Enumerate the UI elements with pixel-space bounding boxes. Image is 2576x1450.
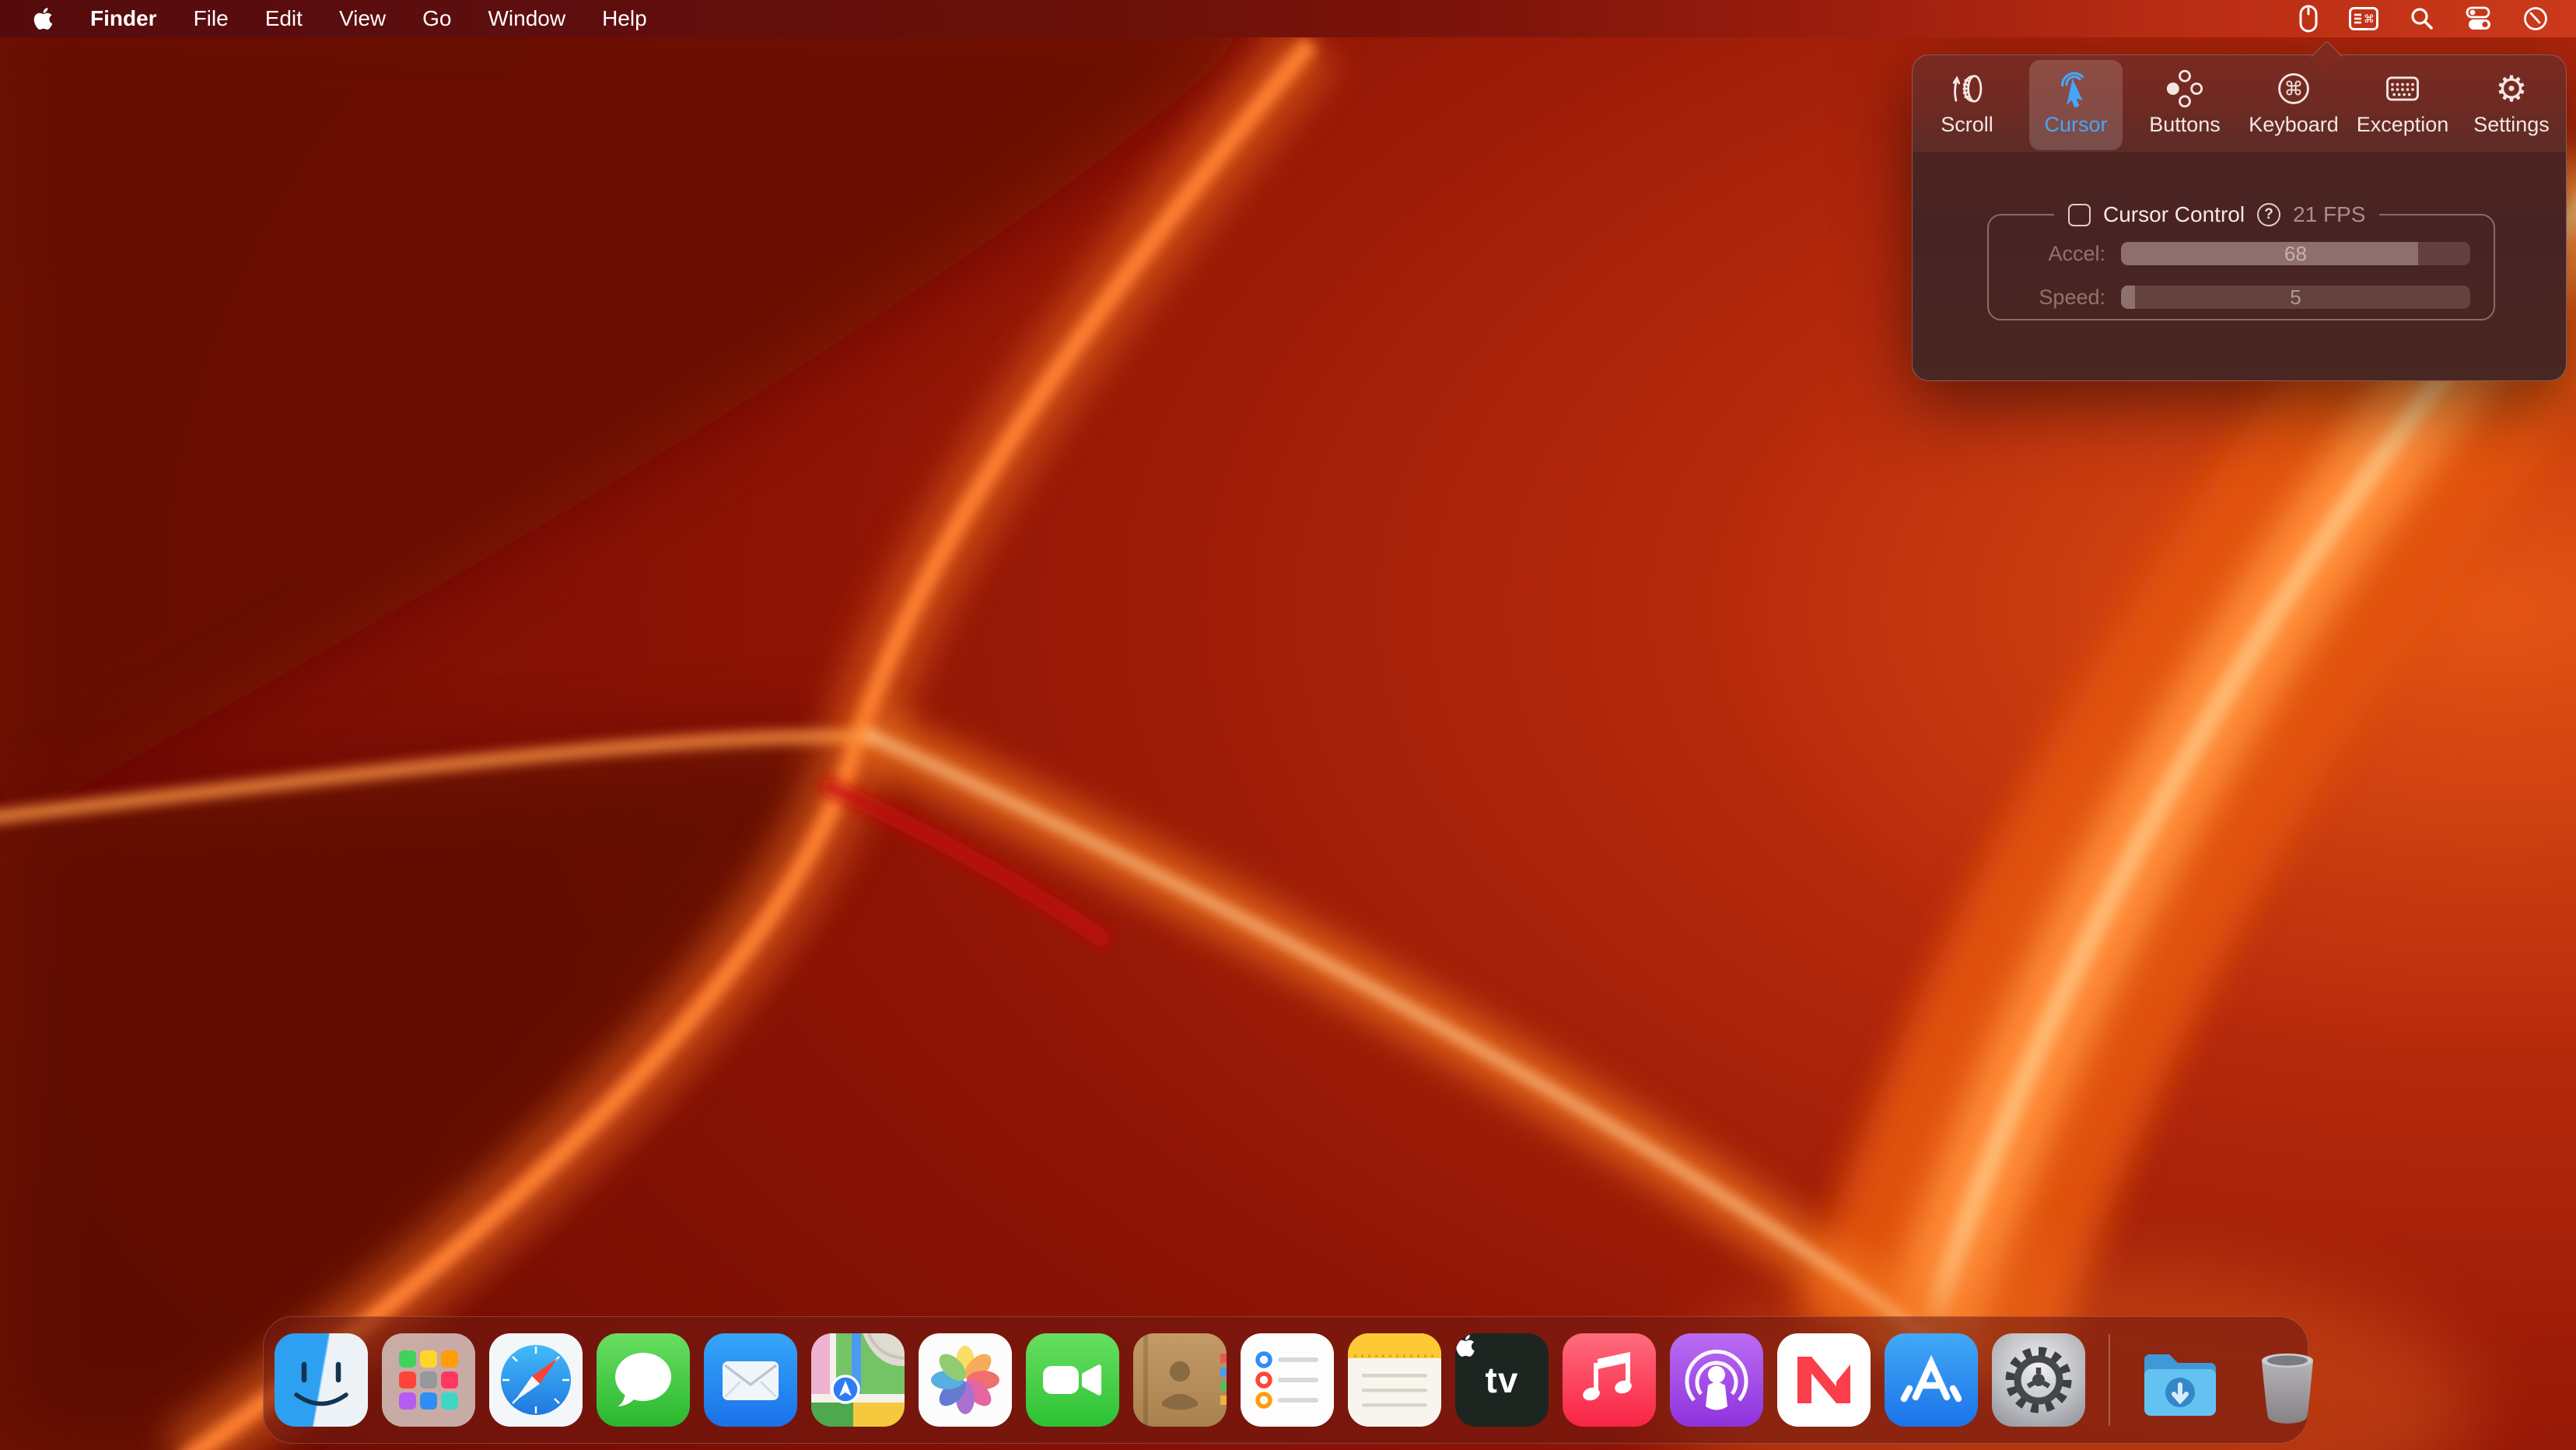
command-key-icon: ⌘ [2273,68,2314,110]
speed-value: 5 [2121,285,2470,309]
dock-item-downloads[interactable] [2133,1333,2227,1427]
clock-icon[interactable] [2523,5,2548,32]
accel-label: Accel: [1989,242,2105,266]
dock-item-news[interactable] [1777,1333,1871,1427]
apple-menu-icon[interactable] [33,5,54,32]
dock-item-apple-tv[interactable]: tv [1455,1333,1549,1427]
svg-text:⌘: ⌘ [2284,78,2304,100]
menu-item-help[interactable]: Help [602,0,647,37]
tab-settings[interactable]: ⚙ Settings [2457,60,2566,150]
speed-row: Speed: 5 [1989,275,2494,319]
menu-bar: Finder File Edit View Go Window Help ⌘ [0,0,2576,37]
menu-item-app[interactable]: Finder [90,0,157,37]
tab-keyboard[interactable]: ⌘ Keyboard [2239,60,2348,150]
dock-item-messages[interactable] [597,1333,690,1427]
dock-item-contacts[interactable] [1133,1333,1227,1427]
dock-item-facetime[interactable] [1026,1333,1119,1427]
accel-value: 68 [2121,242,2470,265]
shortcut-window-icon[interactable]: ⌘ [2349,5,2378,32]
speed-label: Speed: [1989,285,2105,310]
panel-tab-bar: Scroll Cursor Buttons ⌘ [1913,60,2566,152]
menu-item-edit[interactable]: Edit [265,0,303,37]
cursor-click-icon [2056,68,2096,110]
tab-exception[interactable]: Exception [2348,60,2457,150]
tab-label: Settings [2473,113,2550,137]
keyboard-grid-icon [2382,68,2423,110]
dock-item-reminders[interactable] [1241,1333,1334,1427]
help-icon[interactable]: ? [2257,203,2280,226]
dock-item-mail[interactable] [704,1333,797,1427]
tab-buttons[interactable]: Buttons [2130,60,2239,150]
tab-label: Exception [2357,113,2449,137]
dock-item-notes[interactable] [1348,1333,1441,1427]
dock: tv [263,1316,2308,1444]
cursor-control-checkbox[interactable] [2068,204,2091,226]
tv-wordmark: tv [1486,1359,1519,1401]
accel-row: Accel: 68 [1989,232,2494,275]
tab-cursor[interactable]: Cursor [2029,60,2123,150]
speed-slider[interactable]: 5 [2121,285,2470,309]
dock-item-app-store[interactable] [1885,1333,1978,1427]
mouse-utility-popover: Scroll Cursor Buttons ⌘ [1912,54,2567,381]
cursor-control-header: Cursor Control ? 21 FPS [2054,202,2379,227]
dock-item-safari[interactable] [489,1333,583,1427]
mouse-icon[interactable] [2299,5,2318,32]
tab-label: Cursor [2044,113,2107,137]
tab-scroll[interactable]: Scroll [1913,60,2021,150]
menu-item-file[interactable]: File [194,0,229,37]
menu-item-window[interactable]: Window [488,0,565,37]
dock-item-trash[interactable] [2241,1333,2334,1427]
scroll-wheel-icon [1947,68,1987,110]
dock-item-podcasts[interactable] [1670,1333,1763,1427]
cursor-control-group: Cursor Control ? 21 FPS Accel: 68 Speed:… [1987,202,2495,320]
tab-label: Buttons [2149,113,2221,137]
dock-item-maps[interactable] [811,1333,905,1427]
dock-item-photos[interactable] [919,1333,1012,1427]
menu-item-go[interactable]: Go [422,0,451,37]
accel-slider[interactable]: 68 [2121,242,2470,265]
tab-label: Scroll [1941,113,1993,137]
gear-icon: ⚙ [2495,68,2527,110]
dock-item-music[interactable] [1563,1333,1656,1427]
control-center-icon[interactable] [2466,5,2492,32]
mouse-buttons-icon [2165,68,2205,110]
dock-divider [2109,1334,2110,1426]
cursor-control-label: Cursor Control [2103,202,2245,227]
menu-item-view[interactable]: View [339,0,386,37]
spotlight-icon[interactable] [2410,5,2434,32]
dock-item-system-settings[interactable] [1992,1333,2085,1427]
dock-item-launchpad[interactable] [382,1333,475,1427]
tab-label: Keyboard [2249,113,2339,137]
dock-item-finder[interactable] [275,1333,368,1427]
svg-text:⌘: ⌘ [2364,13,2375,26]
fps-readout: 21 FPS [2293,202,2365,227]
